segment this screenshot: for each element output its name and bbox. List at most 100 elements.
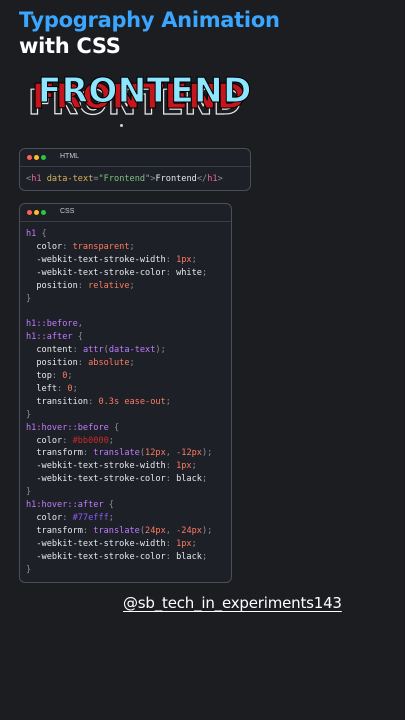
code-token: ); bbox=[201, 525, 213, 536]
code-token: transition bbox=[26, 396, 89, 407]
code-token: : bbox=[165, 267, 177, 278]
code-token: } bbox=[26, 409, 32, 420]
code-line: h1:hover::after { bbox=[26, 499, 212, 512]
code-line: h1 { bbox=[26, 228, 212, 241]
html-code-block: <h1 data-text="Frontend">Frontend</h1> bbox=[26, 173, 223, 186]
code-line: h1::before, bbox=[26, 318, 212, 331]
code-token: translate bbox=[93, 525, 140, 536]
code-token: black bbox=[176, 551, 202, 562]
code-token: "Frontend" bbox=[98, 174, 151, 184]
code-token: , bbox=[77, 319, 83, 330]
close-dot-icon[interactable] bbox=[27, 210, 32, 215]
code-line: top: 0; bbox=[26, 370, 212, 383]
maximize-dot-icon[interactable] bbox=[41, 155, 46, 160]
code-token: position bbox=[26, 358, 78, 369]
hero-typography-demo: FRONTEND FRONTEND FRONTEND bbox=[26, 72, 306, 128]
code-token: ; bbox=[201, 551, 208, 562]
css-code-window: CSS h1 { color: transparent; -webkit-tex… bbox=[19, 203, 232, 583]
code-line: left: 0; bbox=[26, 383, 212, 396]
code-token: black bbox=[176, 474, 202, 485]
code-token: ; bbox=[201, 267, 208, 278]
code-line: color: #bb0000; bbox=[26, 435, 212, 448]
code-token: attr bbox=[82, 345, 104, 356]
code-line: -webkit-text-stroke-width: 1px; bbox=[26, 460, 212, 473]
code-token: : bbox=[77, 358, 89, 369]
code-token: absolute bbox=[88, 358, 130, 369]
code-line: position: absolute; bbox=[26, 357, 212, 370]
author-handle: @sb_tech_in_experiments143 bbox=[123, 594, 342, 612]
code-token: transform bbox=[26, 525, 83, 536]
code-line: color: transparent; bbox=[26, 241, 212, 254]
code-token: -webkit-text-stroke-color bbox=[26, 474, 166, 485]
code-line: transform: translate(24px, -24px); bbox=[26, 525, 212, 538]
code-token: h1 bbox=[26, 229, 37, 239]
code-token: ; bbox=[129, 241, 135, 252]
code-token: 1px bbox=[176, 538, 192, 549]
code-token: data-text bbox=[108, 345, 156, 356]
code-token: 1px bbox=[176, 254, 192, 265]
code-token: 0.3s ease-out bbox=[98, 396, 166, 407]
code-token: relative bbox=[88, 280, 130, 291]
minimize-dot-icon[interactable] bbox=[34, 155, 39, 160]
code-line: -webkit-text-stroke-color: black; bbox=[26, 551, 212, 564]
code-token: transparent bbox=[72, 241, 130, 252]
code-token: : bbox=[165, 551, 177, 562]
maximize-dot-icon[interactable] bbox=[41, 210, 46, 215]
close-dot-icon[interactable] bbox=[27, 155, 32, 160]
code-token: h1 bbox=[26, 422, 37, 433]
code-token: ; bbox=[108, 512, 114, 523]
code-token: ; bbox=[108, 435, 114, 446]
code-line: -webkit-text-stroke-width: 1px; bbox=[26, 254, 212, 267]
code-line: h1::after { bbox=[26, 331, 212, 344]
code-line: -webkit-text-stroke-color: white; bbox=[26, 267, 212, 280]
hero-cyan-layer: FRONTEND bbox=[38, 71, 252, 111]
code-token: ::before bbox=[36, 319, 78, 330]
html-window-label: HTML bbox=[60, 153, 80, 160]
code-token: : bbox=[62, 512, 73, 523]
code-token: : bbox=[51, 370, 63, 381]
page-title-line-2: with CSS bbox=[19, 34, 121, 58]
code-token: :hover bbox=[36, 422, 68, 433]
code-token: h1 bbox=[26, 332, 37, 343]
code-token: { bbox=[36, 229, 47, 239]
code-token: left bbox=[26, 383, 58, 394]
code-line: transform: translate(12px, -12px); bbox=[26, 447, 212, 460]
code-token: ; bbox=[201, 474, 208, 485]
code-token: } bbox=[26, 293, 32, 304]
css-code-block: h1 { color: transparent; -webkit-text-st… bbox=[26, 228, 212, 576]
code-token: ; bbox=[67, 370, 73, 381]
code-token: -webkit-text-stroke-width bbox=[26, 538, 166, 549]
css-window-titlebar: CSS bbox=[20, 204, 231, 222]
code-token: data-text bbox=[46, 174, 94, 184]
code-line: content: attr(data-text); bbox=[26, 344, 212, 357]
code-token: : bbox=[72, 345, 83, 356]
code-token: -24px bbox=[176, 525, 202, 536]
code-token: ; bbox=[165, 396, 171, 407]
code-line: } bbox=[26, 564, 212, 577]
code-token: : bbox=[165, 254, 177, 265]
code-token: Frontend bbox=[155, 174, 197, 184]
code-token: : bbox=[77, 280, 89, 291]
code-token: 24px bbox=[145, 525, 166, 536]
code-token: : bbox=[82, 448, 94, 459]
code-token: ::before bbox=[67, 422, 109, 433]
code-token: color bbox=[26, 435, 63, 446]
minimize-dot-icon[interactable] bbox=[34, 210, 39, 215]
code-line: transition: 0.3s ease-out; bbox=[26, 396, 212, 409]
code-token: : bbox=[88, 396, 99, 407]
code-token: ); bbox=[201, 448, 213, 459]
code-token: } bbox=[26, 487, 32, 498]
html-window-titlebar: HTML bbox=[20, 149, 250, 167]
code-token: ; bbox=[191, 461, 197, 472]
code-token: #77efff bbox=[72, 512, 109, 523]
code-token: white bbox=[176, 267, 202, 278]
code-token: , bbox=[165, 525, 177, 536]
code-line: position: relative; bbox=[26, 280, 212, 293]
css-window-label: CSS bbox=[60, 208, 75, 215]
code-token: { bbox=[103, 500, 114, 511]
code-token: translate bbox=[93, 448, 140, 459]
code-line: -webkit-text-stroke-width: 1px; bbox=[26, 538, 212, 551]
code-token: -12px bbox=[176, 448, 202, 459]
code-token: : bbox=[165, 474, 177, 485]
